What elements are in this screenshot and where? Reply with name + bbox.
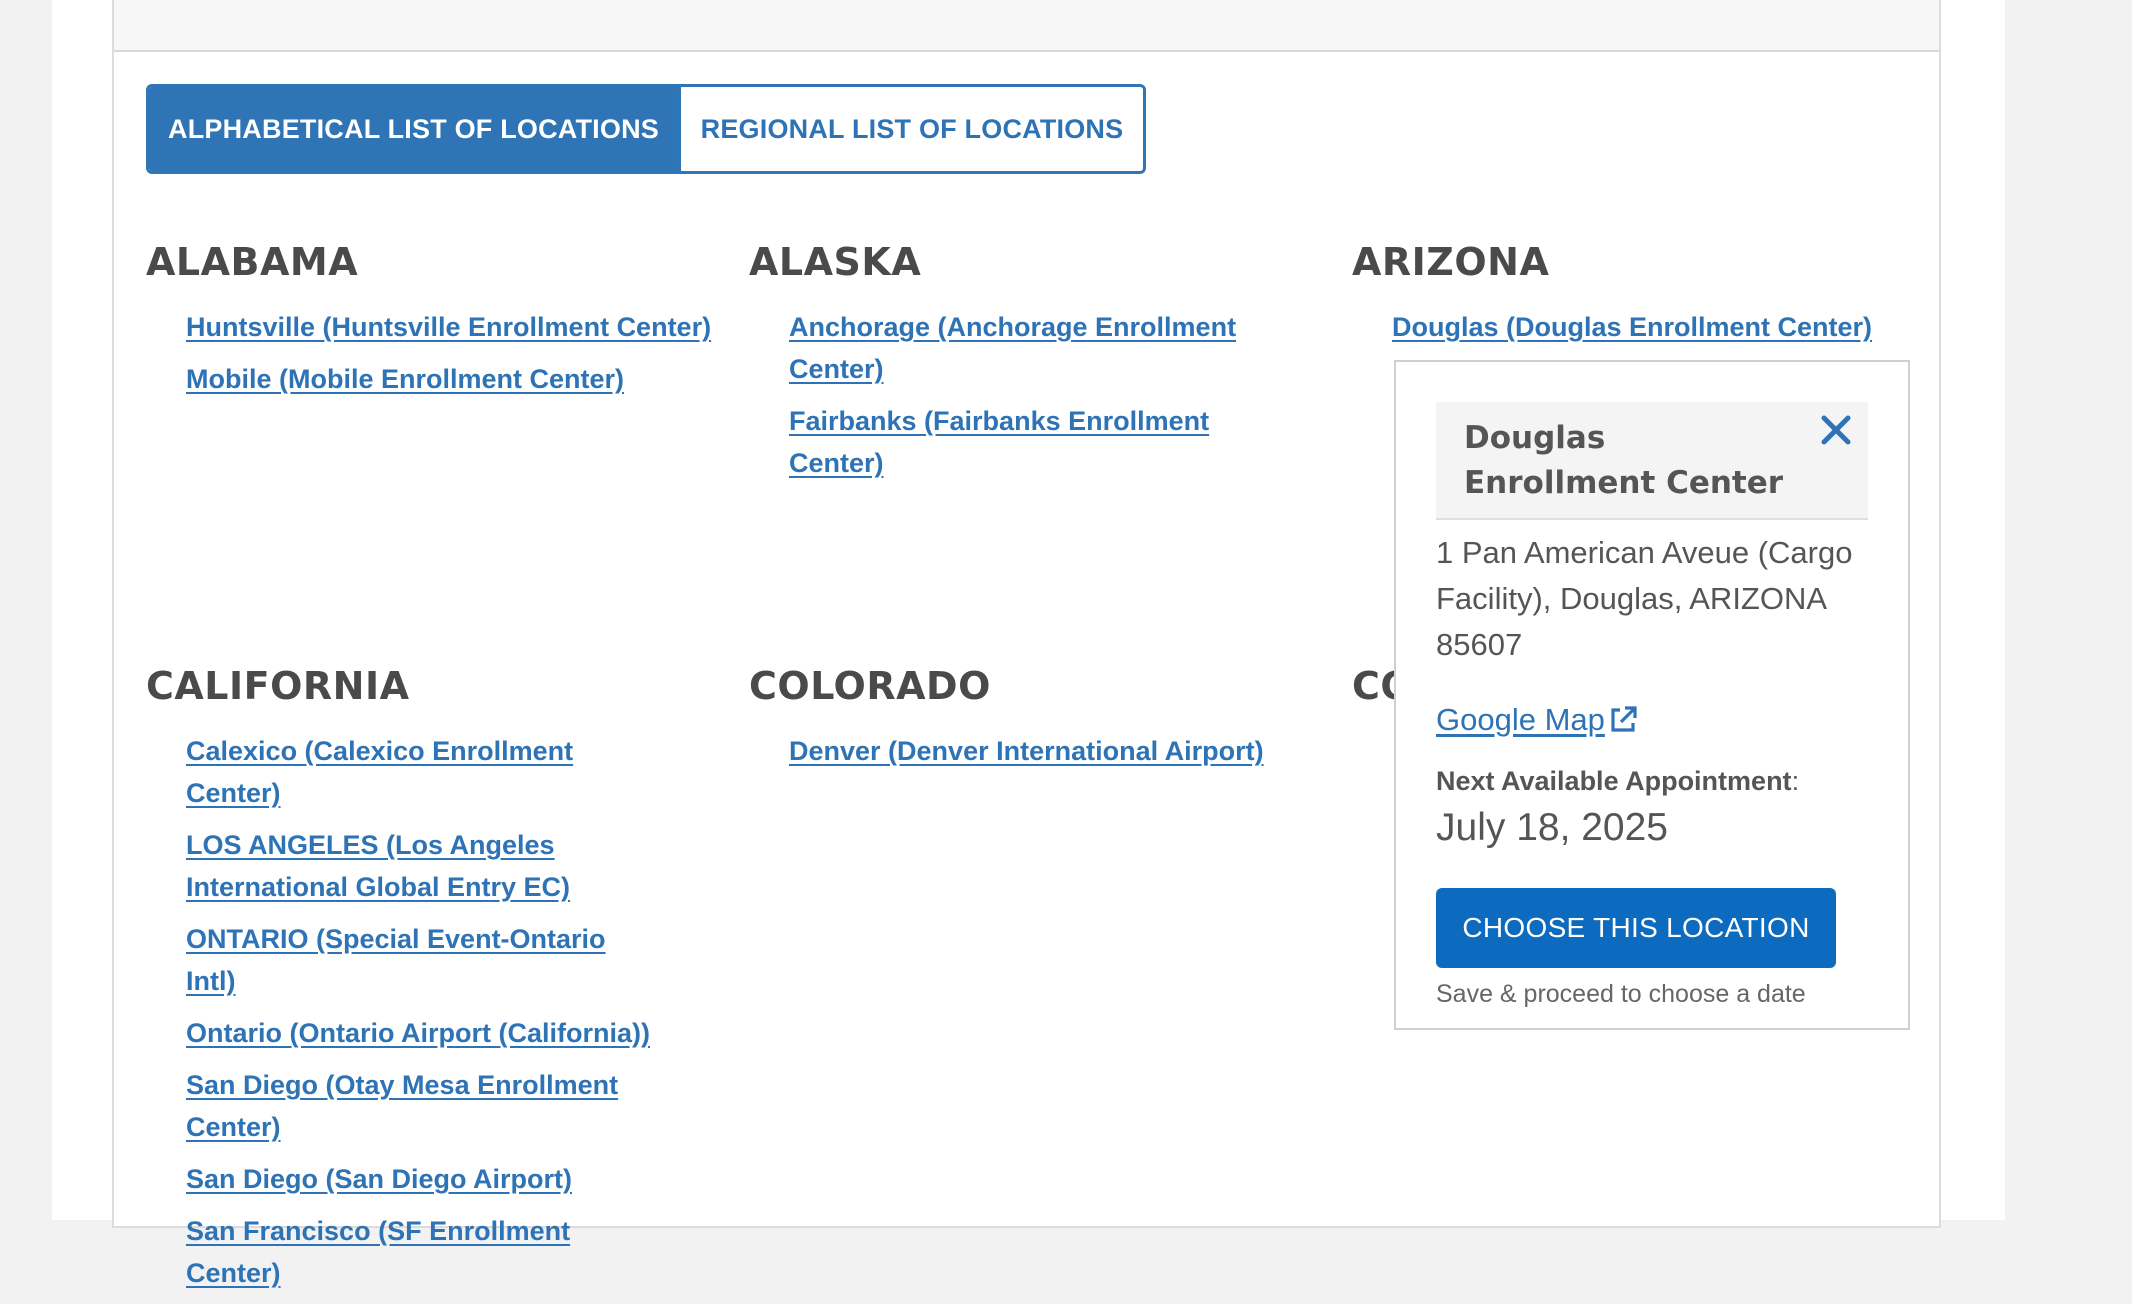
list-item: Calexico (Calexico Enrollment Center) bbox=[186, 730, 656, 814]
next-appointment-date: July 18, 2025 bbox=[1436, 806, 1669, 849]
next-appointment-label-text: Next Available Appointment bbox=[1436, 766, 1792, 796]
location-link[interactable]: LOS ANGELES (Los Angeles International G… bbox=[186, 830, 570, 902]
location-list: Denver (Denver International Airport) bbox=[789, 730, 1329, 772]
list-item: Huntsville (Huntsville Enrollment Center… bbox=[186, 306, 726, 348]
state-california: CALIFORNIA Calexico (Calexico Enrollment… bbox=[146, 664, 726, 1304]
popup-title: Douglas Enrollment Center bbox=[1464, 420, 1784, 501]
panel-header-bar bbox=[114, 0, 1939, 52]
list-item: Ontario (Ontario Airport (California)) bbox=[186, 1012, 656, 1054]
list-item: San Francisco (SF Enrollment Center) bbox=[186, 1210, 656, 1294]
google-map-link[interactable]: Google Map bbox=[1436, 702, 1639, 738]
location-address: 1 Pan American Aveue (Cargo Facility), D… bbox=[1436, 535, 1853, 662]
close-icon bbox=[1821, 415, 1851, 445]
location-link[interactable]: Huntsville (Huntsville Enrollment Center… bbox=[186, 312, 711, 342]
state-colorado: COLORADO Denver (Denver International Ai… bbox=[749, 664, 1329, 782]
list-item: ONTARIO (Special Event-Ontario Intl) bbox=[186, 918, 656, 1002]
location-link[interactable]: Ontario (Ontario Airport (California)) bbox=[186, 1018, 650, 1048]
tab-alphabetical[interactable]: ALPHABETICAL LIST OF LOCATIONS bbox=[149, 87, 681, 171]
list-item: Denver (Denver International Airport) bbox=[789, 730, 1329, 772]
state-heading: COLORADO bbox=[749, 664, 991, 708]
location-link[interactable]: Denver (Denver International Airport) bbox=[789, 736, 1264, 766]
list-item: Fairbanks (Fairbanks Enrollment Center) bbox=[789, 400, 1249, 484]
list-item: San Diego (Otay Mesa Enrollment Center) bbox=[186, 1064, 656, 1148]
label-colon: : bbox=[1791, 766, 1800, 796]
location-link[interactable]: Calexico (Calexico Enrollment Center) bbox=[186, 736, 573, 808]
popup-header: Douglas Enrollment Center bbox=[1436, 402, 1868, 520]
state-heading: ALASKA bbox=[749, 240, 922, 284]
location-list: Calexico (Calexico Enrollment Center) LO… bbox=[186, 730, 656, 1294]
location-link[interactable]: Anchorage (Anchorage Enrollment Center) bbox=[789, 312, 1236, 384]
list-item: LOS ANGELES (Los Angeles International G… bbox=[186, 824, 656, 908]
next-appointment-label: Next Available Appointment: bbox=[1436, 766, 1799, 797]
location-link[interactable]: Mobile (Mobile Enrollment Center) bbox=[186, 364, 624, 394]
location-list: Douglas (Douglas Enrollment Center) bbox=[1392, 306, 1932, 348]
location-list: Anchorage (Anchorage Enrollment Center) … bbox=[789, 306, 1249, 484]
location-link[interactable]: San Francisco (SF Enrollment Center) bbox=[186, 1216, 570, 1288]
close-button[interactable] bbox=[1816, 410, 1856, 450]
state-alabama: ALABAMA Huntsville (Huntsville Enrollmen… bbox=[146, 240, 726, 410]
location-link[interactable]: Douglas (Douglas Enrollment Center) bbox=[1392, 312, 1872, 342]
external-link-icon bbox=[1611, 706, 1637, 732]
location-link[interactable]: ONTARIO (Special Event-Ontario Intl) bbox=[186, 924, 606, 996]
state-arizona: ARIZONA Douglas (Douglas Enrollment Cent… bbox=[1352, 240, 1932, 358]
list-item: Douglas (Douglas Enrollment Center) bbox=[1392, 306, 1932, 348]
location-link[interactable]: San Diego (San Diego Airport) bbox=[186, 1164, 572, 1194]
state-alaska: ALASKA Anchorage (Anchorage Enrollment C… bbox=[749, 240, 1329, 494]
state-heading: CALIFORNIA bbox=[146, 664, 410, 708]
list-item: San Diego (San Diego Airport) bbox=[186, 1158, 656, 1200]
tab-regional[interactable]: REGIONAL LIST OF LOCATIONS bbox=[681, 87, 1143, 171]
state-heading: ALABAMA bbox=[146, 240, 359, 284]
list-item: Anchorage (Anchorage Enrollment Center) bbox=[789, 306, 1249, 390]
google-map-label: Google Map bbox=[1436, 702, 1605, 737]
state-heading: ARIZONA bbox=[1352, 240, 1550, 284]
choose-location-note: Save & proceed to choose a date bbox=[1436, 980, 1806, 1008]
list-item: Mobile (Mobile Enrollment Center) bbox=[186, 358, 726, 400]
location-link[interactable]: Fairbanks (Fairbanks Enrollment Center) bbox=[789, 406, 1209, 478]
location-list-tabs: ALPHABETICAL LIST OF LOCATIONS REGIONAL … bbox=[146, 84, 1146, 174]
location-link[interactable]: San Diego (Otay Mesa Enrollment Center) bbox=[186, 1070, 618, 1142]
location-details-popup: Douglas Enrollment Center 1 Pan American… bbox=[1394, 360, 1910, 1030]
location-list: Huntsville (Huntsville Enrollment Center… bbox=[186, 306, 726, 400]
choose-location-button[interactable]: CHOOSE THIS LOCATION bbox=[1436, 888, 1836, 968]
